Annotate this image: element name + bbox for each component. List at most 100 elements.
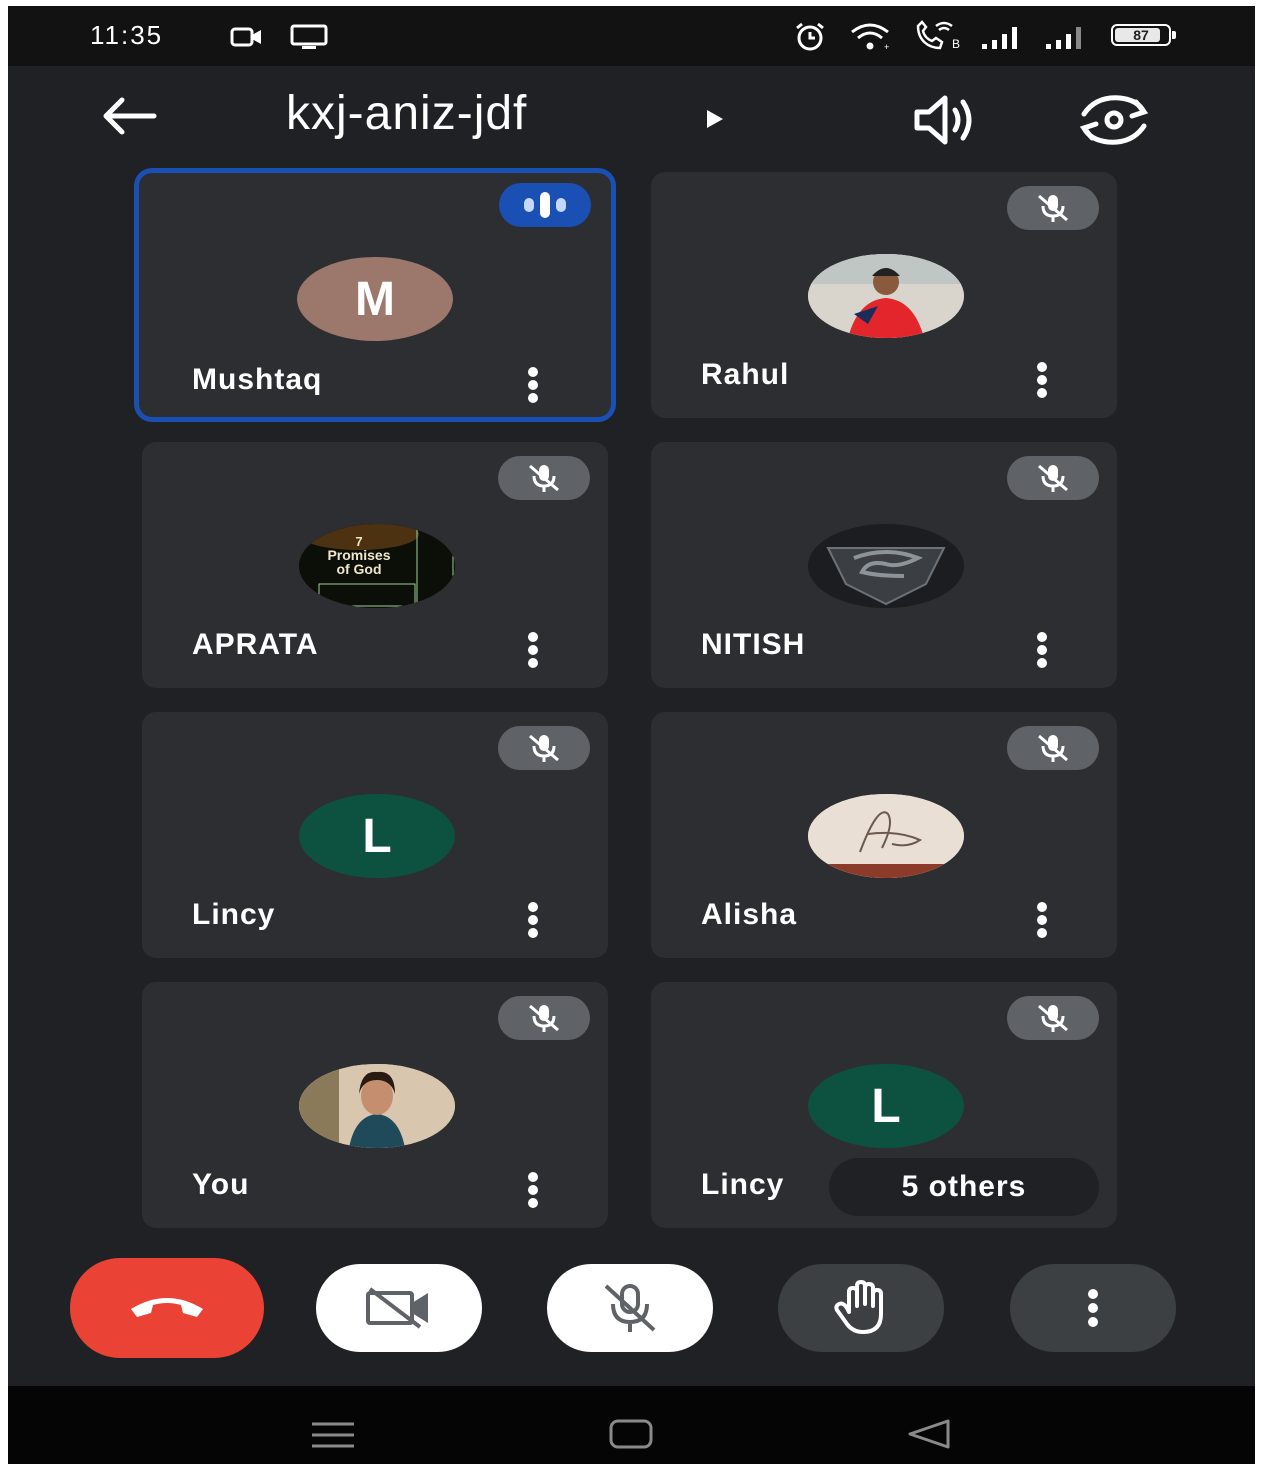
speaking-indicator: [499, 183, 591, 227]
avatar-initial: L: [362, 809, 392, 863]
dot: [528, 1172, 538, 1182]
speaker-button[interactable]: [913, 92, 983, 152]
audio-bar: [540, 192, 550, 218]
dot: [528, 928, 538, 938]
participant-tile-mushtaq[interactable]: M Mushtaq: [134, 168, 616, 422]
muted-indicator: [498, 456, 590, 500]
avatar: L: [299, 794, 455, 878]
raise-hand-button[interactable]: [778, 1264, 944, 1352]
mic-off-icon: [1038, 734, 1068, 762]
participant-tile-lincy[interactable]: L Lincy: [142, 712, 608, 958]
avatar-initial: M: [355, 272, 395, 326]
battery-percent: 87: [1133, 27, 1149, 43]
alarm-icon: [796, 22, 824, 51]
profile-photo: 7 Promises of God: [299, 524, 455, 608]
meeting-title[interactable]: kxj-aniz-jdf: [286, 86, 527, 141]
dot: [1037, 388, 1047, 398]
back-nav-icon[interactable]: [906, 1418, 952, 1450]
back-button[interactable]: [98, 96, 168, 146]
dot: [1037, 362, 1047, 372]
dot: [528, 1198, 538, 1208]
participant-name: Lincy: [701, 1168, 785, 1201]
dot: [1037, 375, 1047, 385]
home-icon[interactable]: [608, 1418, 654, 1450]
dot: [1037, 658, 1047, 668]
recent-apps-icon[interactable]: [310, 1420, 356, 1450]
camera-off-icon: [366, 1287, 428, 1329]
avatar: M: [297, 257, 453, 341]
more-options-button[interactable]: [526, 632, 540, 668]
participant-tile-you[interactable]: You: [142, 982, 608, 1228]
others-count-button[interactable]: 5 others: [829, 1158, 1099, 1216]
system-nav-bar: [8, 1386, 1255, 1464]
avatar-photo: 7 Promises of God: [299, 524, 455, 608]
mic-off-icon: [529, 1004, 559, 1032]
dot: [1037, 915, 1047, 925]
participant-name: Rahul: [701, 358, 790, 391]
muted-indicator: [1007, 996, 1099, 1040]
camera-toggle-button[interactable]: [316, 1264, 482, 1352]
dot: [1037, 645, 1047, 655]
avatar-photo: [808, 794, 964, 878]
end-call-icon: [131, 1298, 203, 1317]
participant-tile-rahul[interactable]: Rahul: [651, 172, 1117, 418]
more-options-button[interactable]: [526, 1172, 540, 1208]
dot: [528, 1185, 538, 1195]
mic-off-icon: [1038, 1004, 1068, 1032]
avatar-text-line2: of God: [336, 561, 381, 577]
end-call-button[interactable]: [70, 1258, 264, 1358]
flip-camera-button[interactable]: [1076, 92, 1156, 152]
muted-indicator: [1007, 726, 1099, 770]
more-vert-icon: [1088, 1289, 1098, 1327]
avatar-initial: L: [871, 1079, 901, 1133]
raise-hand-icon: [834, 1280, 883, 1334]
more-options-button[interactable]: [1010, 1264, 1176, 1352]
dot: [528, 367, 538, 377]
arrow-left-icon: [103, 97, 157, 135]
dot: [1037, 632, 1047, 642]
flip-camera-icon: [1079, 95, 1149, 145]
participant-name: NITISH: [701, 628, 806, 661]
dot: [1037, 902, 1047, 912]
muted-indicator: [498, 996, 590, 1040]
dot: [1037, 928, 1047, 938]
screen-cast-icon: [290, 24, 328, 49]
more-options-button[interactable]: [1035, 362, 1049, 398]
profile-photo: [808, 254, 964, 338]
mic-off-icon: [529, 464, 559, 492]
participant-name: APRATA: [192, 628, 319, 661]
more-options-button[interactable]: [526, 367, 540, 403]
mic-off-icon: [1038, 194, 1068, 222]
mic-off-icon: [529, 734, 559, 762]
svg-text:B: B: [952, 37, 960, 51]
muted-indicator: [1007, 186, 1099, 230]
video-call-status-icon: [230, 27, 261, 47]
dot: [528, 380, 538, 390]
muted-indicator: [1007, 456, 1099, 500]
wifi-calling-icon: B: [916, 20, 960, 51]
more-options-button[interactable]: [1035, 902, 1049, 938]
participant-name: Mushtaq: [192, 363, 323, 396]
participant-name: Lincy: [192, 898, 276, 931]
battery-indicator: 87: [1111, 24, 1176, 46]
play-arrow-icon[interactable]: [705, 108, 725, 130]
participant-tile-aprata[interactable]: 7 Promises of God APRATA: [142, 442, 608, 688]
dot: [528, 915, 538, 925]
audio-bar: [524, 198, 534, 212]
mic-off-icon: [604, 1284, 656, 1332]
avatar-photo: [808, 254, 964, 338]
dot: [528, 632, 538, 642]
participant-tile-others[interactable]: L Lincy 5 others: [651, 982, 1117, 1228]
participant-tile-alisha[interactable]: Alisha: [651, 712, 1117, 958]
battery-tip: [1172, 31, 1176, 39]
dot: [528, 658, 538, 668]
avatar: L: [808, 1064, 964, 1148]
muted-indicator: [498, 726, 590, 770]
more-options-button[interactable]: [526, 902, 540, 938]
participant-name: Alisha: [701, 898, 798, 931]
participant-tile-nitish[interactable]: NITISH: [651, 442, 1117, 688]
mic-toggle-button[interactable]: [547, 1264, 713, 1352]
more-options-button[interactable]: [1035, 632, 1049, 668]
profile-photo: [299, 1064, 455, 1148]
status-bar: 11:35 + B 87: [8, 6, 1255, 66]
